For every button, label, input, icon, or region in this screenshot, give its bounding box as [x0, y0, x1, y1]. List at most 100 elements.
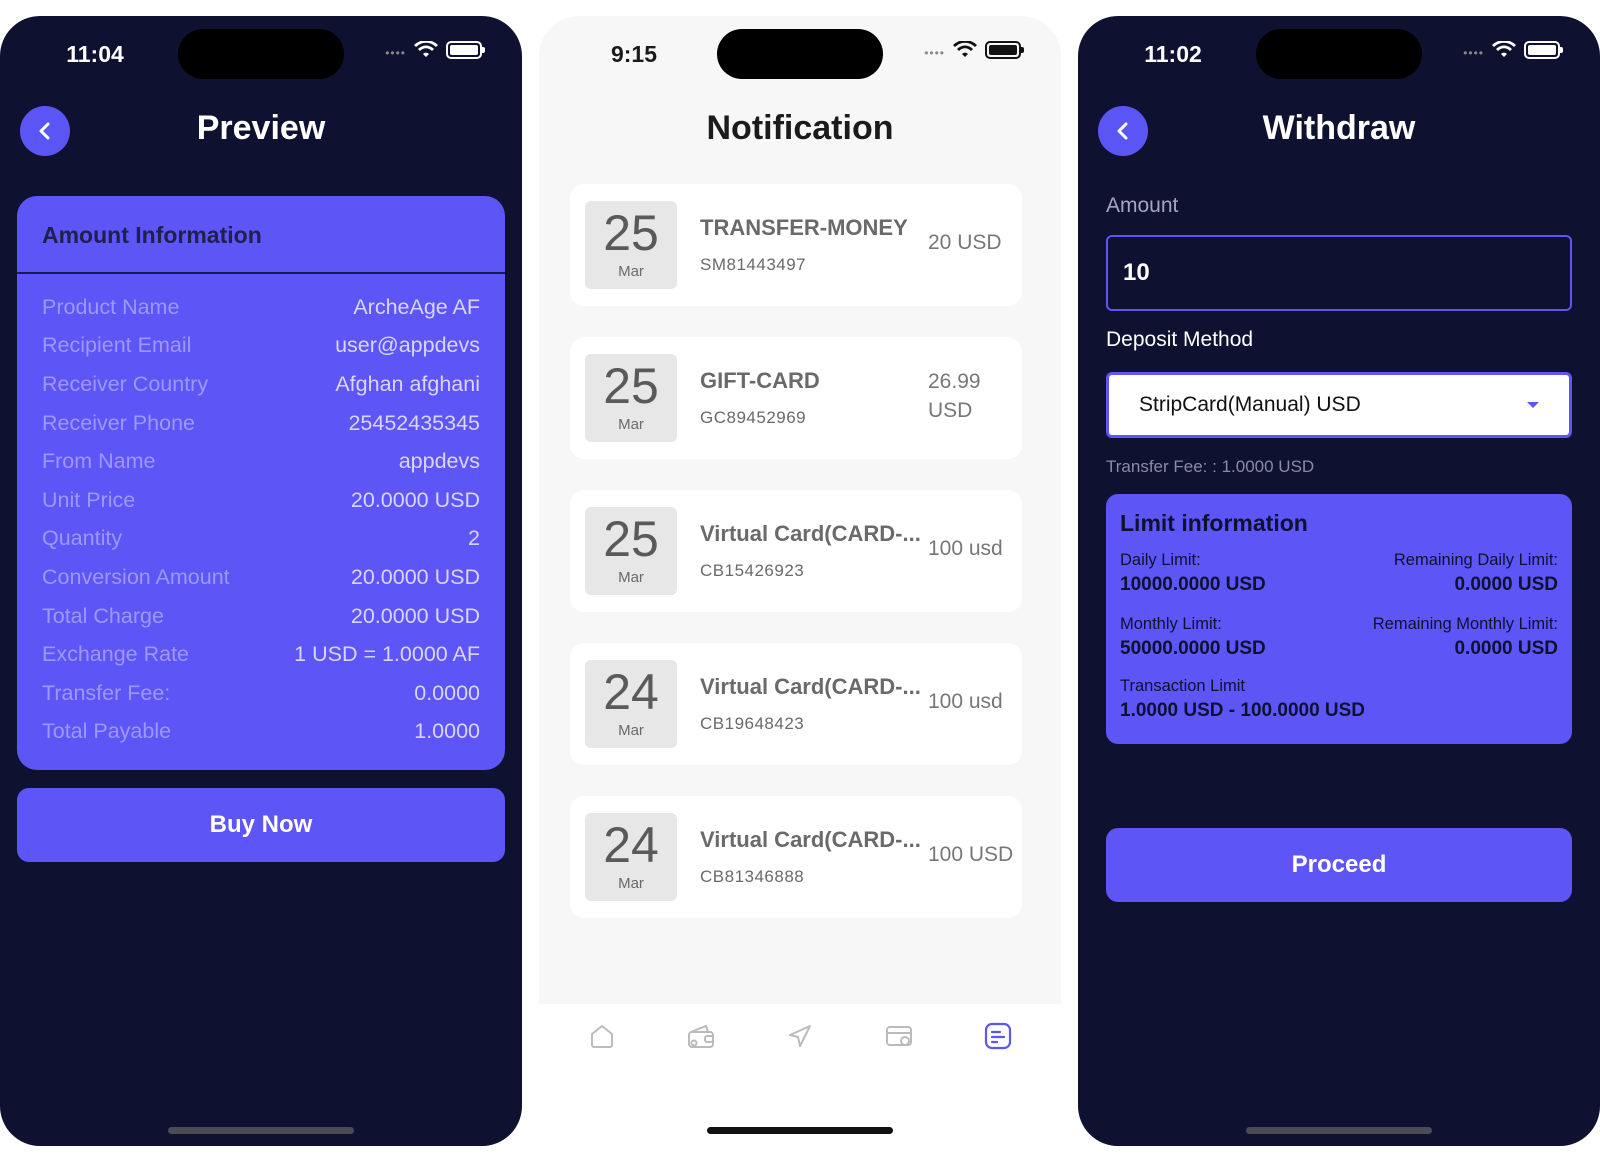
info-row: Receiver Country Afghan afghani — [42, 365, 480, 404]
info-label: Product Name — [42, 294, 180, 319]
transfer-fee-text: Transfer Fee: : 1.0000 USD — [1106, 457, 1315, 476]
status-icons: •••• — [385, 40, 485, 60]
remaining-monthly-limit: Remaining Monthly Limit: 0.0000 USD — [1373, 615, 1558, 660]
chevron-down-icon — [1527, 402, 1539, 408]
buy-now-button[interactable]: Buy Now — [17, 788, 505, 862]
date-month: Mar — [618, 263, 644, 280]
date-badge: 25 Mar — [585, 507, 677, 595]
dynamic-island — [717, 29, 883, 79]
wifi-icon — [414, 41, 438, 57]
remaining-daily-limit: Remaining Daily Limit: 0.0000 USD — [1394, 551, 1558, 596]
date-day: 24 — [603, 664, 659, 720]
card-icon — [885, 1026, 912, 1046]
info-row: Unit Price 20.0000 USD — [42, 481, 480, 520]
info-value: ArcheAge AF — [353, 294, 480, 319]
signal-icon: •••• — [1463, 46, 1484, 60]
status-time: 11:04 — [66, 41, 124, 67]
info-row: Product Name ArcheAge AF — [42, 288, 480, 327]
amount-information-card: Amount Information Product Name ArcheAge … — [17, 196, 505, 770]
info-row: Conversion Amount 20.0000 USD — [42, 558, 480, 597]
info-value: 0.0000 — [414, 680, 480, 705]
monthly-limit-label: Monthly Limit: — [1120, 615, 1222, 633]
transaction-limit: Transaction Limit 1.0000 USD - 100.0000 … — [1120, 677, 1365, 722]
notification-code: CB81346888 — [700, 867, 805, 886]
tab-card[interactable] — [881, 1018, 917, 1054]
bottom-tab-bar — [539, 1004, 1061, 1146]
info-row: Total Payable 1.0000 — [42, 713, 480, 752]
notification-item[interactable]: 25 Mar TRANSFER-MONEY SM81443497 20 USD — [570, 184, 1022, 306]
info-label: Quantity — [42, 526, 123, 551]
notification-amount: 100 usd — [928, 537, 1003, 560]
deposit-method-value: StripCard(Manual) USD — [1139, 393, 1361, 416]
daily-limit-value: 10000.0000 USD — [1120, 574, 1266, 595]
notification-title: Virtual Card(CARD-... — [700, 827, 921, 852]
date-badge: 24 Mar — [585, 813, 677, 901]
battery-icon — [1524, 41, 1563, 59]
preview-screen: 11:04 •••• Preview Amount Information Pr… — [0, 16, 522, 1146]
status-icons: •••• — [924, 40, 1024, 60]
notification-icon — [984, 1022, 1011, 1050]
date-month: Mar — [618, 875, 644, 892]
home-indicator — [707, 1127, 893, 1134]
status-time: 9:15 — [610, 41, 658, 67]
notification-amount: 100 usd — [928, 690, 1003, 713]
notification-item[interactable]: 24 Mar Virtual Card(CARD-... CB19648423 100 … — [570, 643, 1022, 765]
remaining-daily-value: 0.0000 USD — [1454, 574, 1558, 595]
notification-amount: 20 USD — [928, 231, 1002, 254]
deposit-method-select[interactable]: StripCard(Manual) USD — [1106, 372, 1572, 438]
info-row: Total Charge 20.0000 USD — [42, 597, 480, 636]
monthly-limit-value: 50000.0000 USD — [1120, 638, 1266, 659]
info-label: Total Payable — [42, 719, 172, 744]
info-value: 20.0000 USD — [350, 603, 480, 628]
battery-icon — [985, 41, 1024, 59]
notification-item[interactable]: 25 Mar GIFT-CARD GC89452969 26.99 USD — [570, 337, 1022, 459]
notification-code: GC89452969 — [700, 408, 807, 427]
date-badge: 25 Mar — [585, 354, 677, 442]
info-label: Conversion Amount — [42, 564, 230, 589]
tab-send[interactable] — [782, 1018, 818, 1054]
deposit-method-label: Deposit Method — [1106, 328, 1254, 351]
date-day: 25 — [603, 358, 659, 414]
wifi-icon — [953, 41, 977, 57]
notification-list: 25 Mar TRANSFER-MONEY SM81443497 20 USD 25 Mar… — [570, 184, 1022, 949]
notification-screen: 9:15 •••• Notification 25 Mar TRANSFER-MON… — [539, 16, 1061, 1146]
tab-notification[interactable] — [980, 1018, 1016, 1054]
page-title: Preview — [196, 109, 326, 147]
home-icon — [591, 1025, 614, 1048]
amount-input[interactable] — [1106, 235, 1572, 311]
proceed-button[interactable]: Proceed — [1106, 828, 1572, 902]
home-indicator — [168, 1127, 354, 1134]
send-icon — [788, 1025, 811, 1047]
info-label: Total Charge — [42, 603, 164, 628]
date-day: 25 — [603, 511, 659, 567]
notification-code: CB19648423 — [700, 714, 805, 733]
transaction-limit-label: Transaction Limit — [1120, 677, 1246, 695]
info-value: user@appdevs — [335, 333, 480, 358]
page-title: Notification — [706, 109, 894, 147]
date-month: Mar — [618, 569, 644, 586]
monthly-limit: Monthly Limit: 50000.0000 USD — [1120, 615, 1266, 660]
status-icons: •••• — [1463, 40, 1563, 60]
tab-home[interactable] — [584, 1018, 620, 1054]
info-label: Receiver Country — [42, 371, 209, 396]
notification-title: GIFT-CARD — [700, 368, 820, 393]
info-row: Quantity 2 — [42, 520, 480, 559]
wallet-icon — [688, 1024, 715, 1048]
withdraw-screen: 11:02 •••• Withdraw Amount Deposit Metho… — [1078, 16, 1600, 1146]
battery-icon — [446, 41, 485, 59]
info-label: Transfer Fee: — [42, 680, 171, 705]
daily-limit-label: Daily Limit: — [1120, 551, 1201, 569]
notification-item[interactable]: 24 Mar Virtual Card(CARD-... CB81346888 100 … — [570, 796, 1022, 918]
date-month: Mar — [618, 416, 644, 433]
info-label: Exchange Rate — [42, 642, 190, 667]
info-value: 20.0000 USD — [350, 487, 480, 512]
info-label: Recipient Email — [42, 333, 192, 358]
info-value: 20.0000 USD — [350, 564, 480, 589]
notification-item[interactable]: 25 Mar Virtual Card(CARD-... CB15426923 100 … — [570, 490, 1022, 612]
info-label: Receiver Phone — [42, 410, 195, 435]
notification-code: SM81443497 — [700, 255, 807, 274]
tab-wallet[interactable] — [683, 1018, 719, 1054]
date-day: 25 — [603, 205, 659, 261]
notification-title: Virtual Card(CARD-... — [700, 674, 921, 699]
info-row: Exchange Rate 1 USD = 1.0000 AF — [42, 635, 480, 674]
